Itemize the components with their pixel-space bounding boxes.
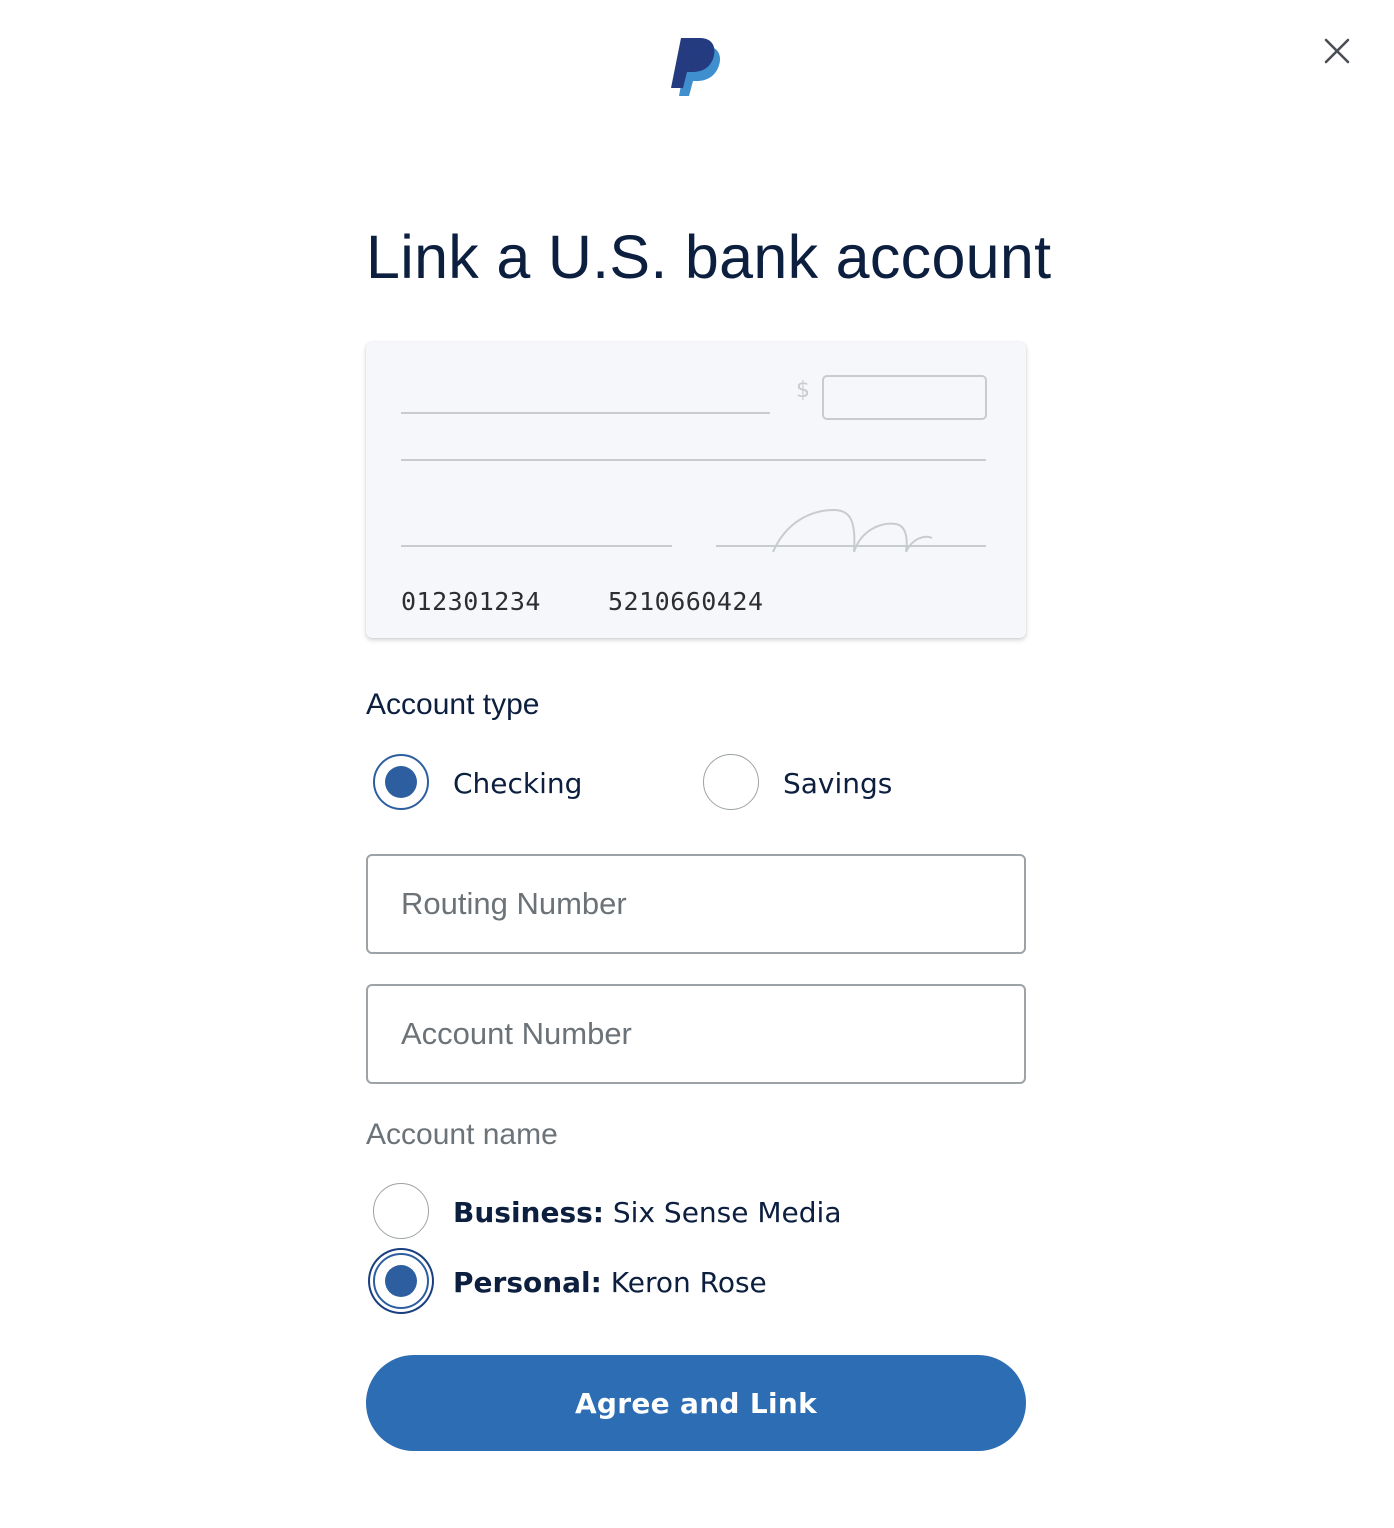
personal-account-label[interactable]: Personal: Keron Rose xyxy=(453,1266,767,1299)
account-number-input[interactable] xyxy=(401,986,991,1082)
savings-radio[interactable] xyxy=(703,754,759,810)
account-name-label: Account name xyxy=(366,1118,558,1151)
routing-number-input[interactable] xyxy=(401,856,991,952)
agree-and-link-button[interactable]: Agree and Link xyxy=(366,1355,1026,1451)
business-name: Six Sense Media xyxy=(612,1196,842,1229)
check-account-number: 5210660424 xyxy=(608,587,764,616)
business-account-radio[interactable] xyxy=(373,1183,429,1239)
personal-name: Keron Rose xyxy=(610,1266,767,1299)
business-account-label[interactable]: Business: Six Sense Media xyxy=(453,1196,842,1229)
business-type: Business: xyxy=(453,1196,604,1229)
paypal-logo xyxy=(671,38,721,96)
page-title: Link a U.S. bank account xyxy=(366,223,1052,291)
account-number-field xyxy=(366,984,1026,1084)
currency-symbol: $ xyxy=(796,378,810,403)
check-illustration: $ 012301234 5210660424 xyxy=(366,342,1026,638)
check-routing-number: 012301234 xyxy=(401,587,541,616)
account-type-label: Account type xyxy=(366,688,540,721)
routing-number-field xyxy=(366,854,1026,954)
personal-type: Personal: xyxy=(453,1266,602,1299)
checking-radio[interactable] xyxy=(373,754,429,810)
personal-account-radio[interactable] xyxy=(373,1253,429,1309)
close-icon[interactable] xyxy=(1316,30,1358,72)
checking-label[interactable]: Checking xyxy=(453,767,582,800)
savings-label[interactable]: Savings xyxy=(783,767,892,800)
link-bank-account-dialog: Link a U.S. bank account $ 012301234 521… xyxy=(0,0,1394,1528)
